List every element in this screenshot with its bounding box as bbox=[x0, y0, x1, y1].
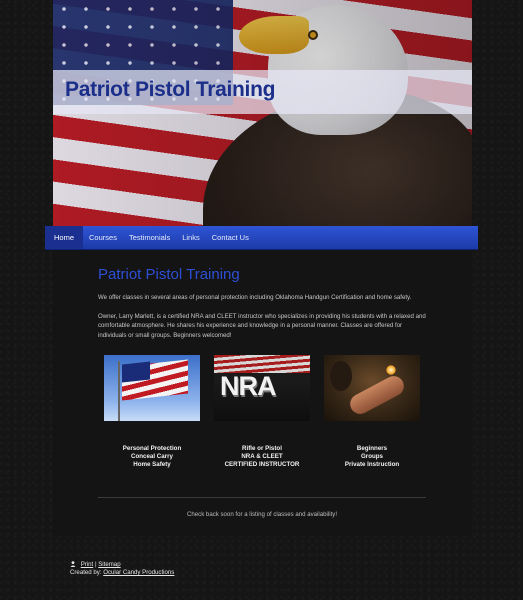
feature-captions: Personal Protection Conceal Carry Home S… bbox=[104, 445, 420, 475]
pistol-shooter-photo bbox=[324, 355, 420, 421]
flag-pole bbox=[118, 361, 120, 421]
caption-line: Private Instruction bbox=[344, 461, 400, 468]
footer-links-row: Print | Sitemap bbox=[70, 561, 174, 569]
print-icon bbox=[70, 561, 76, 567]
caption-line: Groups bbox=[360, 453, 383, 460]
created-by-label: Created by: bbox=[70, 569, 102, 576]
nra-logo-text: NRA bbox=[220, 371, 276, 401]
caption-line: Personal Protection bbox=[122, 445, 182, 452]
nav-contact-us[interactable]: Contact Us bbox=[206, 226, 255, 249]
flag-canton-small bbox=[122, 361, 150, 383]
caption-line: Conceal Carry bbox=[131, 453, 173, 460]
caption-line: NRA & CLEET bbox=[241, 453, 283, 460]
american-flag-photo bbox=[104, 355, 200, 421]
site-title[interactable]: Patriot Pistol Training bbox=[65, 78, 275, 102]
main-nav: Home Courses Testimonials Links Contact … bbox=[45, 226, 478, 250]
owner-paragraph: Owner, Larry Marlett, is a certified NRA… bbox=[98, 312, 426, 339]
caption-column-1: Personal Protection Conceal Carry Home S… bbox=[104, 445, 200, 469]
main-content: Patriot Pistol Training We offer classes… bbox=[98, 266, 426, 349]
nav-home[interactable]: Home bbox=[45, 226, 84, 249]
shooter-arm bbox=[346, 372, 408, 418]
sitemap-link[interactable]: Sitemap bbox=[98, 561, 120, 568]
muzzle-flash bbox=[386, 365, 396, 375]
caption-line: Beginners bbox=[356, 445, 388, 452]
created-by-link[interactable]: Ocular Candy Productions bbox=[103, 569, 174, 576]
feature-images: NRA bbox=[104, 355, 420, 423]
caption-line: Home Safety bbox=[133, 461, 171, 468]
content-divider bbox=[98, 497, 426, 498]
caption-column-3: Beginners Groups Private Instruction bbox=[324, 445, 420, 469]
footer: Print | Sitemap Created by: Ocular Candy… bbox=[70, 561, 174, 577]
footer-separator: | bbox=[94, 561, 97, 568]
caption-column-2: Rifle or Pistol NRA & CLEET CERTIFIED IN… bbox=[214, 445, 310, 469]
print-link[interactable]: Print bbox=[81, 561, 94, 568]
page-heading: Patriot Pistol Training bbox=[98, 266, 240, 283]
nav-courses[interactable]: Courses bbox=[83, 226, 123, 249]
nav-links[interactable]: Links bbox=[176, 226, 206, 249]
caption-line: Rifle or Pistol bbox=[242, 445, 282, 452]
intro-paragraph: We offer classes in several areas of per… bbox=[98, 294, 412, 301]
shooter-head bbox=[330, 361, 352, 391]
nav-testimonials[interactable]: Testimonials bbox=[123, 226, 176, 249]
caption-line: CERTIFIED INSTRUCTOR bbox=[224, 461, 300, 468]
availability-note: Check back soon for a listing of classes… bbox=[186, 511, 338, 518]
header-banner: Patriot Pistol Training bbox=[53, 0, 472, 226]
nra-logo-photo: NRA bbox=[214, 355, 310, 421]
footer-credit-row: Created by: Ocular Candy Productions bbox=[70, 569, 174, 577]
